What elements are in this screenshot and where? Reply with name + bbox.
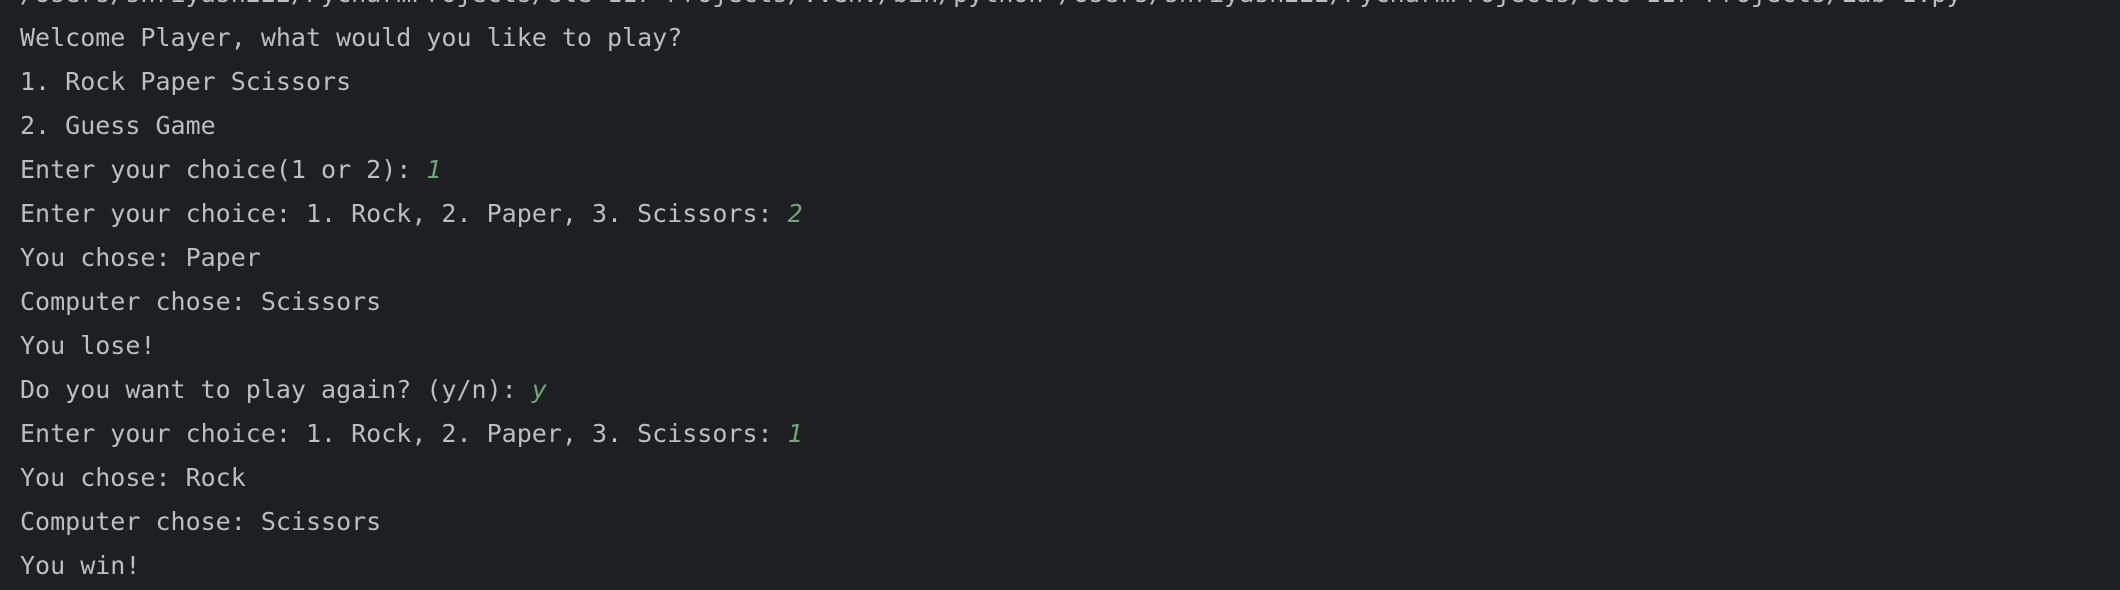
run-console[interactable]: /Users/shriyash222/PycharmProjects/ele-1…	[0, 0, 2120, 590]
console-line: Computer chose: Scissors	[20, 280, 2110, 324]
output-text: Enter your choice(1 or 2):	[20, 155, 427, 184]
console-line: You lose!	[20, 324, 2110, 368]
output-text: Computer chose: Scissors	[20, 507, 382, 536]
output-text: Welcome Player, what would you like to p…	[20, 23, 683, 52]
output-text: You win!	[20, 551, 141, 580]
console-line: Enter your choice(1 or 2): 1	[20, 148, 2110, 192]
console-line: 1. Rock Paper Scissors	[20, 60, 2110, 104]
console-line: Enter your choice: 1. Rock, 2. Paper, 3.…	[20, 412, 2110, 456]
console-line: You win!	[20, 544, 2110, 588]
user-input-text: y	[531, 375, 547, 404]
console-line: Computer chose: Scissors	[20, 500, 2110, 544]
console-line: You chose: Paper	[20, 236, 2110, 280]
console-command-line: /Users/shriyash222/PycharmProjects/ele-1…	[20, 0, 2110, 16]
output-text: 1. Rock Paper Scissors	[20, 67, 352, 96]
console-line: 2. Guess Game	[20, 104, 2110, 148]
user-input-text: 2	[787, 199, 803, 228]
output-text: Enter your choice: 1. Rock, 2. Paper, 3.…	[20, 419, 788, 448]
console-line: Do you want to play again? (y/n): y	[20, 368, 2110, 412]
console-output: /Users/shriyash222/PycharmProjects/ele-1…	[20, 0, 2110, 588]
output-text: You chose: Paper	[20, 243, 261, 272]
output-text: Computer chose: Scissors	[20, 287, 382, 316]
output-text: 2. Guess Game	[20, 111, 216, 140]
user-input-text: 1	[426, 155, 442, 184]
console-line: You chose: Rock	[20, 456, 2110, 500]
output-text: You chose: Rock	[20, 463, 246, 492]
console-line: Enter your choice: 1. Rock, 2. Paper, 3.…	[20, 192, 2110, 236]
user-input-text: 1	[787, 419, 803, 448]
output-text: Do you want to play again? (y/n):	[20, 375, 532, 404]
output-text: Enter your choice: 1. Rock, 2. Paper, 3.…	[20, 199, 788, 228]
output-text: You lose!	[20, 331, 156, 360]
command-text: /Users/shriyash222/PycharmProjects/ele-1…	[20, 0, 1962, 8]
console-line: Welcome Player, what would you like to p…	[20, 16, 2110, 60]
